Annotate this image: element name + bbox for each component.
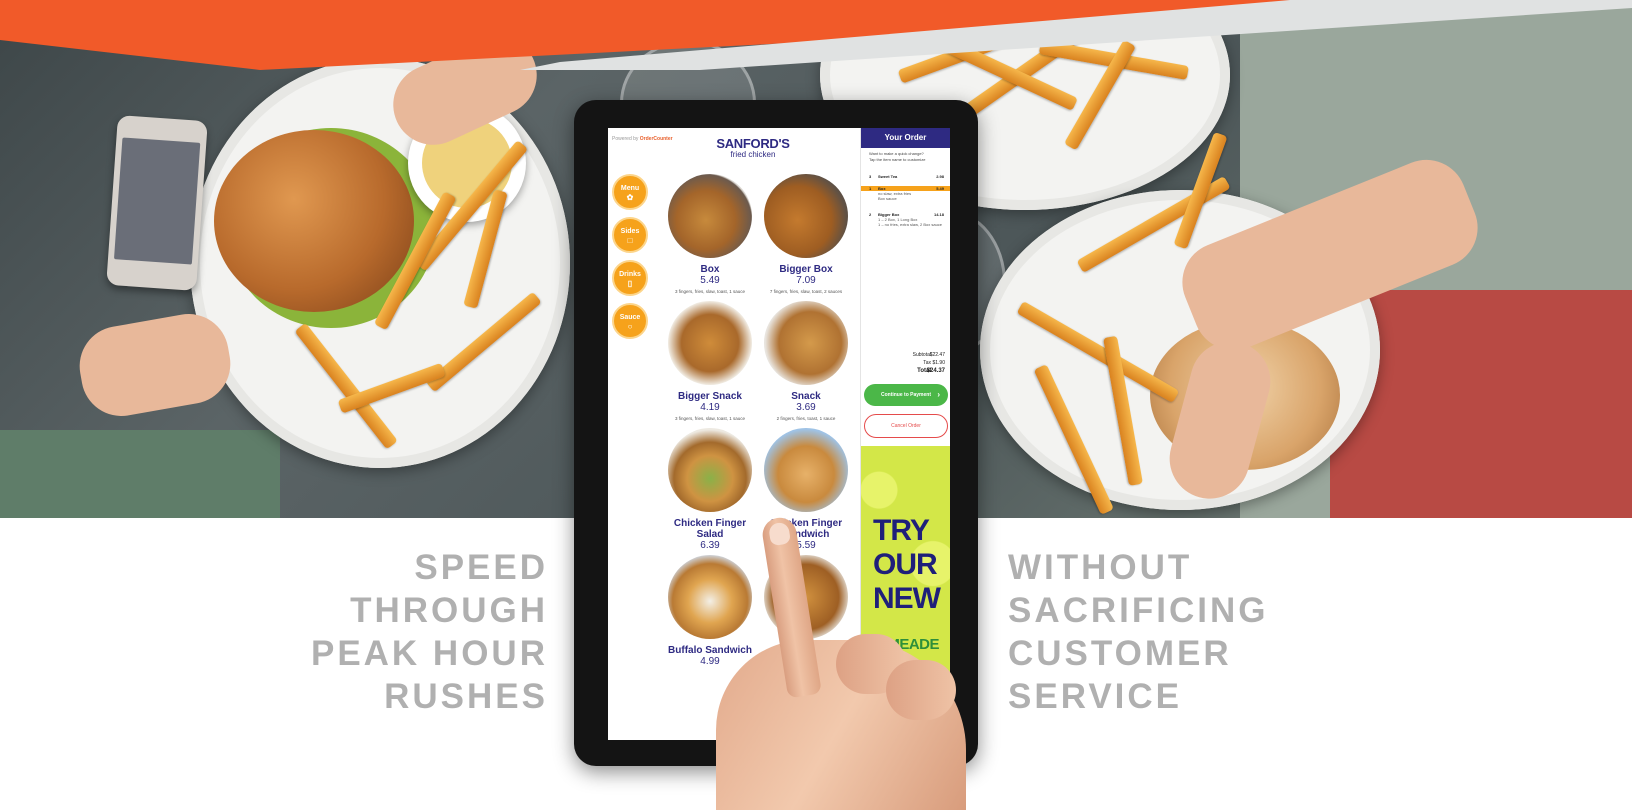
item-photo [764,428,848,512]
order-line-qty: 3 [869,174,872,179]
item-description: 3 fingers, fries, slaw, toast, 1 sauce [674,289,746,294]
order-line-qty: 2 [869,212,872,217]
order-line-selected[interactable]: 1 Box 5.49 no slaw, extra fries Box sauc… [861,186,950,201]
order-line-detail: Box sauce [878,196,897,201]
menu-item-buffalo-sandwich[interactable]: Buffalo Sandwich 4.99 [662,555,758,667]
promo-line: NEW [873,582,941,615]
subtotal-value: $22.47 [929,352,945,358]
headline-right-line: WITHOUT [1008,548,1193,587]
menu-item-chicken-finger-salad[interactable]: Chicken Finger Salad 6.39 [662,428,758,551]
order-line-price: 5.49 [936,186,944,191]
pointing-hand [716,634,966,810]
cancel-order-button[interactable]: Cancel Order [864,414,948,438]
nav-sauce-label: Sauce [619,314,641,321]
powered-by-brand: OrderCounter [639,136,673,142]
item-name: Bigger Box [779,264,833,275]
nav-drinks-label: Drinks [619,271,641,278]
smartphone [106,115,208,291]
powered-by: Powered by OrderCounter [612,136,673,142]
nav-drinks[interactable]: Drinks ▯ [612,260,648,296]
burger [214,130,414,312]
item-name: Box [700,264,720,275]
fingernail [767,521,792,547]
item-price: 4.19 [700,402,720,413]
chevron-right-icon: › [937,390,940,399]
order-line-price: 14.18 [933,212,944,217]
hand [73,307,237,423]
knuckle [886,660,956,720]
item-description: 2 fingers, fries, toast, 1 sauce [776,416,836,421]
menu-item-bigger-snack[interactable]: Bigger Snack 4.19 3 fingers, fries, slaw… [662,301,758,421]
headline-right-line: SACRIFICING [1008,591,1269,630]
item-description: 3 fingers, fries, slaw, toast, 1 sauce [674,416,746,421]
tile-floor-left [0,430,280,518]
order-title: Your Order [861,128,950,148]
sauce-icon: ○ [627,322,633,331]
item-name: Bigger Snack [678,391,742,402]
item-photo [668,555,752,639]
item-price: 3.69 [796,402,816,413]
headline-right-line: SERVICE [1008,677,1183,716]
item-photo [764,301,848,385]
order-line-qty: 1 [869,186,872,191]
item-description: 7 fingers, fries, slaw, toast, 2 sauces [769,289,843,294]
side-dish-icon: □ [627,236,633,245]
order-hint-line: Tap the item name to customize [869,156,926,162]
headline-right-line: CUSTOMER [1008,634,1232,673]
item-name: Snack [791,391,821,402]
headline-left-line: RUSHES [384,677,548,716]
item-photo [668,428,752,512]
chicken-icon: ✿ [626,193,634,202]
promo-headline: TRY OUR NEW [873,514,941,616]
menu-item-box[interactable]: Box 5.49 3 fingers, fries, slaw, toast, … [662,174,758,294]
nav-sauce[interactable]: Sauce ○ [612,303,648,339]
headline-left-line: THROUGH [350,591,548,630]
menu-item-bigger-box[interactable]: Bigger Box 7.09 7 fingers, fries, slaw, … [758,174,854,294]
headline-left: SPEED THROUGH PEAK HOUR RUSHES [290,546,548,718]
item-price: 5.49 [700,275,720,286]
order-hint: Want to make a quick change? Tap the ite… [861,148,950,165]
continue-to-payment-button[interactable]: Continue to Payment › [864,384,948,406]
continue-to-payment-label: Continue to Payment [880,392,931,398]
brand-subtitle: fried chicken [730,150,776,159]
item-photo [668,174,752,258]
nav-menu[interactable]: Menu ✿ [612,174,648,210]
headline-left-line: PEAK HOUR [310,634,548,673]
order-line-price: 2.98 [936,174,944,179]
order-line-name: Sweet Tea [878,174,898,179]
cup-icon: ▯ [627,279,633,288]
item-photo [764,174,848,258]
item-name: Chicken Finger Salad [673,518,747,540]
nav-sides-label: Sides [620,228,640,235]
nav-sides[interactable]: Sides □ [612,217,648,253]
powered-by-label: Powered by [612,136,639,142]
tax-value: $1.90 [932,360,945,366]
item-photo [668,301,752,385]
nav-menu-label: Menu [620,185,640,192]
item-price: 6.39 [700,540,720,551]
order-line-detail: 1 – no fries, extra slaw, 2 Box sauce [878,222,943,227]
total-value: $24.37 [926,368,945,374]
brand-logo: SANFORD'S fried chicken [708,136,798,159]
menu-item-snack[interactable]: Snack 3.69 2 fingers, fries, toast, 1 sa… [758,301,854,421]
brand-name: SANFORD'S [716,136,790,151]
headline-left-line: SPEED [414,548,548,587]
promo-line: TRY [873,514,930,547]
item-price: 7.09 [796,275,816,286]
item-name: Buffalo Sandwich [668,645,752,656]
promo-line: OUR [873,548,938,581]
headline-right: WITHOUT SACRIFICING CUSTOMER SERVICE [1008,546,1328,718]
